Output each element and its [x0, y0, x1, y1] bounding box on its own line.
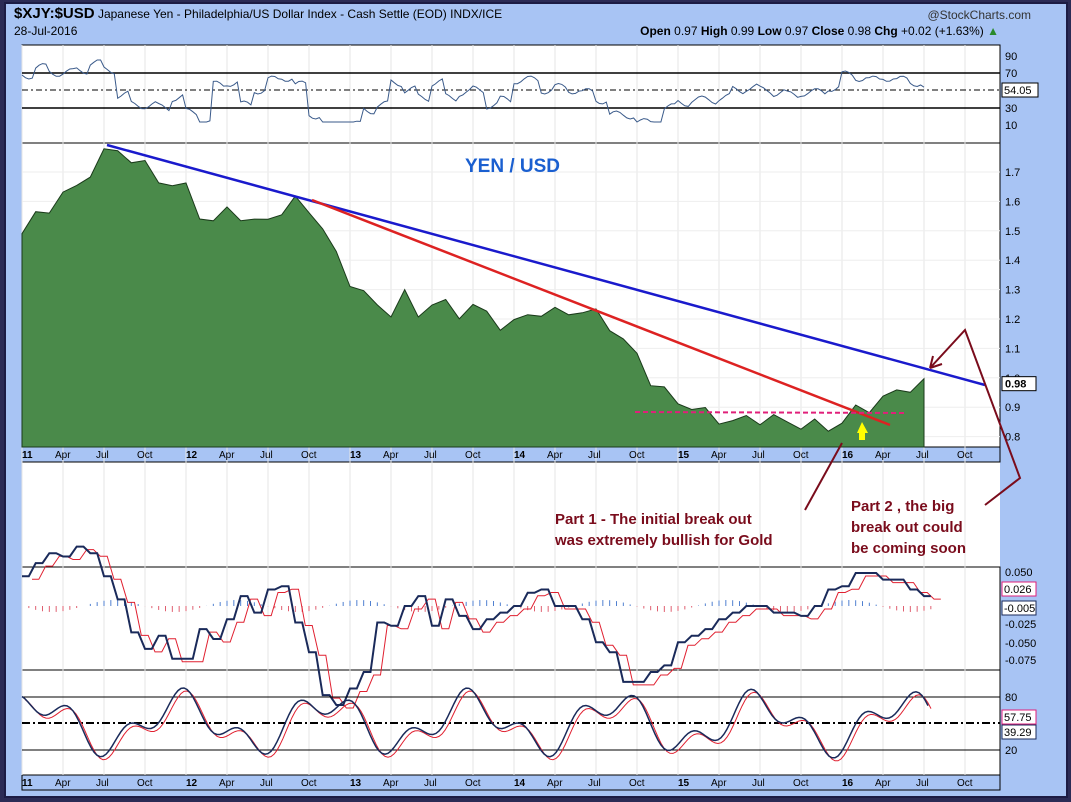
- x-tick-label: Apr: [547, 450, 563, 461]
- x-tick-label: Apr: [383, 450, 399, 461]
- x-tick-label: Jul: [588, 450, 601, 461]
- y-tick-label: 1.2: [1005, 314, 1020, 326]
- x-tick-label: 13: [350, 778, 362, 789]
- rsi-tick: 70: [1005, 68, 1017, 80]
- x-tick-label: Oct: [301, 778, 317, 789]
- y-tick-label: 1.6: [1005, 196, 1020, 208]
- y-tick-label: 0.9: [1005, 402, 1020, 414]
- x-tick-label: 12: [186, 450, 198, 461]
- x-tick-label: Apr: [875, 450, 891, 461]
- x-tick-label: Jul: [588, 778, 601, 789]
- x-tick-label: Apr: [875, 778, 891, 789]
- macd-tick: -0.050: [1005, 638, 1036, 650]
- x-axis-band-bottom: [21, 774, 1001, 791]
- x-tick-label: Oct: [137, 450, 153, 461]
- macd-value: -0.005: [1004, 603, 1035, 615]
- x-tick-label: Jul: [916, 778, 929, 789]
- x-tick-label: Jul: [96, 778, 109, 789]
- x-tick-label: Oct: [629, 450, 645, 461]
- last-price-label: 0.98: [1005, 379, 1026, 391]
- x-tick-label: Oct: [957, 778, 973, 789]
- x-tick-label: Apr: [383, 778, 399, 789]
- x-tick-label: 16: [842, 778, 854, 789]
- panel-0: [21, 44, 1001, 144]
- annotation-part2: be coming soon: [851, 540, 966, 557]
- y-tick-label: 1.1: [1005, 343, 1020, 355]
- chart-window: $XJY:$USD Japanese Yen - Philadelphia/US…: [0, 0, 1071, 802]
- x-tick-label: Apr: [547, 778, 563, 789]
- macd-value: 0.026: [1004, 584, 1032, 596]
- x-tick-label: Oct: [137, 778, 153, 789]
- x-tick-label: 11: [22, 450, 33, 461]
- rsi-tick: 30: [1005, 103, 1017, 115]
- annotation-part1: was extremely bullish for Gold: [554, 532, 773, 549]
- x-tick-label: 14: [514, 778, 526, 789]
- x-tick-label: Jul: [752, 450, 765, 461]
- stoch-value: 39.29: [1004, 727, 1032, 739]
- x-tick-label: Oct: [957, 450, 973, 461]
- annotation-part2: Part 2 , the big: [851, 498, 954, 515]
- y-tick-label: 1.3: [1005, 285, 1020, 297]
- x-tick-label: Apr: [711, 450, 727, 461]
- rsi-tick: 90: [1005, 51, 1017, 63]
- y-tick-label: 1.4: [1005, 255, 1020, 267]
- x-tick-label: 12: [186, 778, 198, 789]
- x-tick-label: Apr: [219, 778, 235, 789]
- x-axis-band-top: [21, 446, 1001, 463]
- x-tick-label: Apr: [711, 778, 727, 789]
- x-tick-label: 16: [842, 450, 854, 461]
- x-tick-label: Apr: [219, 450, 235, 461]
- chart-title: YEN / USD: [465, 156, 560, 177]
- x-tick-label: Oct: [465, 450, 481, 461]
- x-tick-label: Jul: [916, 450, 929, 461]
- macd-tick: -0.075: [1005, 655, 1036, 667]
- stoch-value: 57.75: [1004, 712, 1032, 724]
- x-tick-label: Oct: [629, 778, 645, 789]
- x-tick-label: 15: [678, 778, 690, 789]
- x-tick-label: 13: [350, 450, 362, 461]
- rsi-tick: 10: [1005, 120, 1017, 132]
- x-tick-label: 14: [514, 450, 526, 461]
- macd-tick: 0.050: [1005, 567, 1033, 579]
- rsi-value: 54.05: [1004, 85, 1032, 97]
- x-tick-label: Oct: [301, 450, 317, 461]
- x-tick-label: Jul: [752, 778, 765, 789]
- x-tick-label: Oct: [465, 778, 481, 789]
- x-tick-label: Jul: [424, 778, 437, 789]
- x-tick-label: Jul: [260, 450, 273, 461]
- stoch-tick: 20: [1005, 745, 1017, 757]
- y-tick-label: 1.7: [1005, 167, 1020, 179]
- x-tick-label: Oct: [793, 450, 809, 461]
- x-tick-label: Jul: [96, 450, 109, 461]
- annotation-part1: Part 1 - The initial break out: [555, 511, 752, 528]
- x-tick-label: Oct: [793, 778, 809, 789]
- annotation-part2: break out could: [851, 519, 963, 536]
- x-tick-label: Jul: [424, 450, 437, 461]
- chart-svg: 11 11 Apr Apr Jul Jul Oct Oct 12 12 Apr Apr Jul Jul Oc…: [21, 44, 1039, 791]
- x-tick-label: 15: [678, 450, 690, 461]
- x-tick-label: Apr: [55, 450, 71, 461]
- x-tick-label: Jul: [260, 778, 273, 789]
- x-tick-label: 11: [22, 778, 33, 789]
- stoch-tick: 80: [1005, 692, 1017, 704]
- y-tick-label: 1.5: [1005, 226, 1020, 238]
- macd-tick: -0.025: [1005, 619, 1036, 631]
- panel-3: [21, 566, 1001, 671]
- x-tick-label: Apr: [55, 778, 71, 789]
